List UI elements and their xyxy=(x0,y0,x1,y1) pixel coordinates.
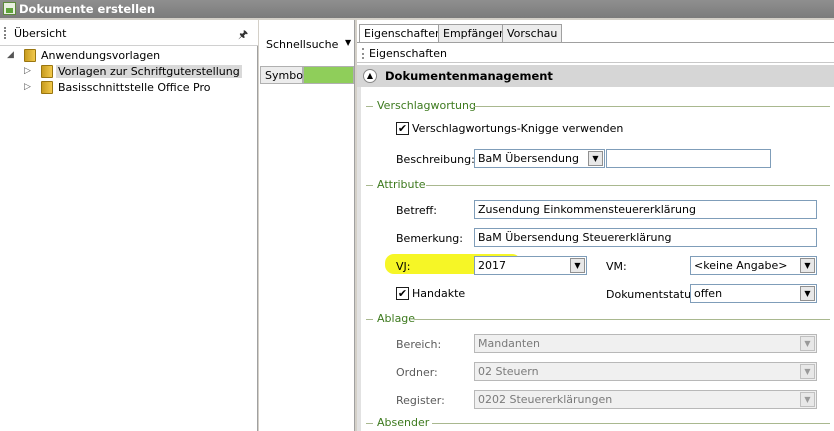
group-line xyxy=(366,423,373,424)
vj-select[interactable]: 2017 ▼ xyxy=(474,256,587,275)
tree-item-vorlagen-schriftguterstellung[interactable]: ▷ Vorlagen zur Schriftguterstellung xyxy=(0,64,258,80)
vm-label: VM: xyxy=(606,260,627,273)
vm-value: <keine Angabe> xyxy=(694,259,788,272)
beschreibung-select[interactable]: BaM Übersendung ▼ xyxy=(474,149,605,168)
section-title: Dokumentenmanagement xyxy=(385,69,553,83)
group-attribute: Attribute xyxy=(366,178,834,192)
pin-icon[interactable]: 🖈 xyxy=(238,26,248,45)
vj-label: VJ: xyxy=(396,260,411,273)
bereich-select[interactable]: Mandanten ▼ xyxy=(474,334,817,353)
bemerkung-input[interactable]: BaM Übersendung Steuererklärung xyxy=(474,228,817,247)
beschreibung-extra-input[interactable] xyxy=(606,149,771,168)
knigge-label: Verschlagwortungs-Knigge verwenden xyxy=(412,122,624,135)
column-header-symbol[interactable]: Symbol xyxy=(260,66,306,84)
tree-item-label: Basisschnittstelle Office Pro xyxy=(58,81,211,94)
subbar-title: Eigenschaften xyxy=(369,47,447,60)
tree-item-basisschnittstelle[interactable]: ▷ Basisschnittstelle Office Pro xyxy=(0,80,258,96)
app-icon xyxy=(3,2,16,15)
beschreibung-value: BaM Übersendung xyxy=(478,152,579,165)
bereich-value: Mandanten xyxy=(478,337,540,350)
column-header-color[interactable] xyxy=(303,66,354,84)
register-select[interactable]: 0202 Steuererklärungen ▼ xyxy=(474,390,817,409)
chevron-down-icon[interactable]: ▼ xyxy=(570,258,585,273)
betreff-label: Betreff: xyxy=(396,204,437,217)
chevron-down-icon[interactable]: ▼ xyxy=(800,258,815,273)
group-line xyxy=(474,106,830,107)
chevron-down-icon[interactable]: ▼ xyxy=(800,336,815,351)
beschreibung-label: Beschreibung: xyxy=(396,153,475,166)
dokumentstatus-select[interactable]: offen ▼ xyxy=(690,284,817,303)
overview-panel: Übersicht 🖈 ◢ Anwendungsvorlagen ▷ Vorla… xyxy=(0,20,258,431)
grip-icon[interactable] xyxy=(4,27,6,39)
column-header-row: Symbol xyxy=(260,66,354,84)
tree-item-label: Vorlagen zur Schriftguterstellung xyxy=(56,65,242,78)
grip-icon[interactable] xyxy=(362,48,364,59)
tab-vorschau[interactable]: Vorschau xyxy=(502,24,563,42)
group-line xyxy=(366,185,373,186)
dokumentstatus-value: offen xyxy=(694,287,723,300)
group-line xyxy=(366,106,373,107)
properties-subbar: Eigenschaften xyxy=(357,43,834,63)
register-label: Register: xyxy=(396,394,445,407)
bemerkung-label: Bemerkung: xyxy=(396,232,463,245)
bereich-label: Bereich: xyxy=(396,338,442,351)
dokumentstatus-label: Dokumentstatus: xyxy=(606,288,701,301)
group-line xyxy=(366,319,373,320)
quick-search-label[interactable]: Schnellsuche xyxy=(266,38,338,51)
group-line xyxy=(432,423,830,424)
betreff-input[interactable]: Zusendung Einkommensteuererklärung xyxy=(474,200,817,219)
tab-eigenschaften[interactable]: Eigenschaften xyxy=(359,24,447,43)
chevron-down-icon[interactable]: ▼ xyxy=(345,38,351,47)
tree-item-anwendungsvorlagen[interactable]: ◢ Anwendungsvorlagen xyxy=(0,48,258,64)
collapsed-arrow-icon[interactable]: ▷ xyxy=(24,66,31,76)
overview-title: Übersicht xyxy=(14,27,67,40)
group-line xyxy=(426,185,830,186)
folder-icon xyxy=(41,81,53,94)
ordner-value: 02 Steuern xyxy=(478,365,539,378)
group-title: Absender xyxy=(377,416,430,429)
group-title: Ablage xyxy=(377,312,416,325)
title-bar: Dokumente erstellen xyxy=(0,0,834,18)
expanded-arrow-icon[interactable]: ◢ xyxy=(7,50,14,60)
chevron-down-icon[interactable]: ▼ xyxy=(800,392,815,407)
ordner-label: Ordner: xyxy=(396,366,438,379)
window-title: Dokumente erstellen xyxy=(19,2,156,16)
group-ablage: Ablage xyxy=(366,312,834,326)
ordner-select[interactable]: 02 Steuern ▼ xyxy=(474,362,817,381)
chevron-down-icon[interactable]: ▼ xyxy=(800,286,815,301)
quick-search-panel: Schnellsuche ▼ Symbol xyxy=(259,20,355,431)
tab-empfaenger[interactable]: Empfänger xyxy=(438,24,509,42)
folder-icon xyxy=(24,49,36,62)
chevron-down-icon[interactable]: ▼ xyxy=(588,151,603,166)
section-header[interactable]: ▲ Dokumentenmanagement xyxy=(357,65,834,87)
folder-icon xyxy=(41,65,53,78)
tree-item-label: Anwendungsvorlagen xyxy=(41,49,161,62)
vm-select[interactable]: <keine Angabe> ▼ xyxy=(690,256,817,275)
overview-header: Übersicht 🖈 xyxy=(0,20,258,46)
vj-value: 2017 xyxy=(478,259,506,272)
group-title: Attribute xyxy=(377,178,426,191)
register-value: 0202 Steuererklärungen xyxy=(478,393,613,406)
knigge-checkbox[interactable]: ✔ xyxy=(396,122,409,135)
group-title: Verschlagwortung xyxy=(377,99,476,112)
group-absender: Absender xyxy=(366,416,834,430)
chevron-down-icon[interactable]: ▼ xyxy=(800,364,815,379)
form-area: Verschlagwortung ✔ Verschlagwortungs-Kni… xyxy=(357,87,834,431)
group-verschlagwortung: Verschlagwortung xyxy=(366,99,834,113)
properties-panel: Eigenschaften Empfänger Vorschau Eigensc… xyxy=(357,20,834,431)
group-line xyxy=(414,319,830,320)
collapsed-arrow-icon[interactable]: ▷ xyxy=(24,82,31,92)
collapse-icon[interactable]: ▲ xyxy=(363,69,377,83)
handakte-checkbox[interactable]: ✔ xyxy=(396,287,409,300)
handakte-label: Handakte xyxy=(412,287,466,300)
